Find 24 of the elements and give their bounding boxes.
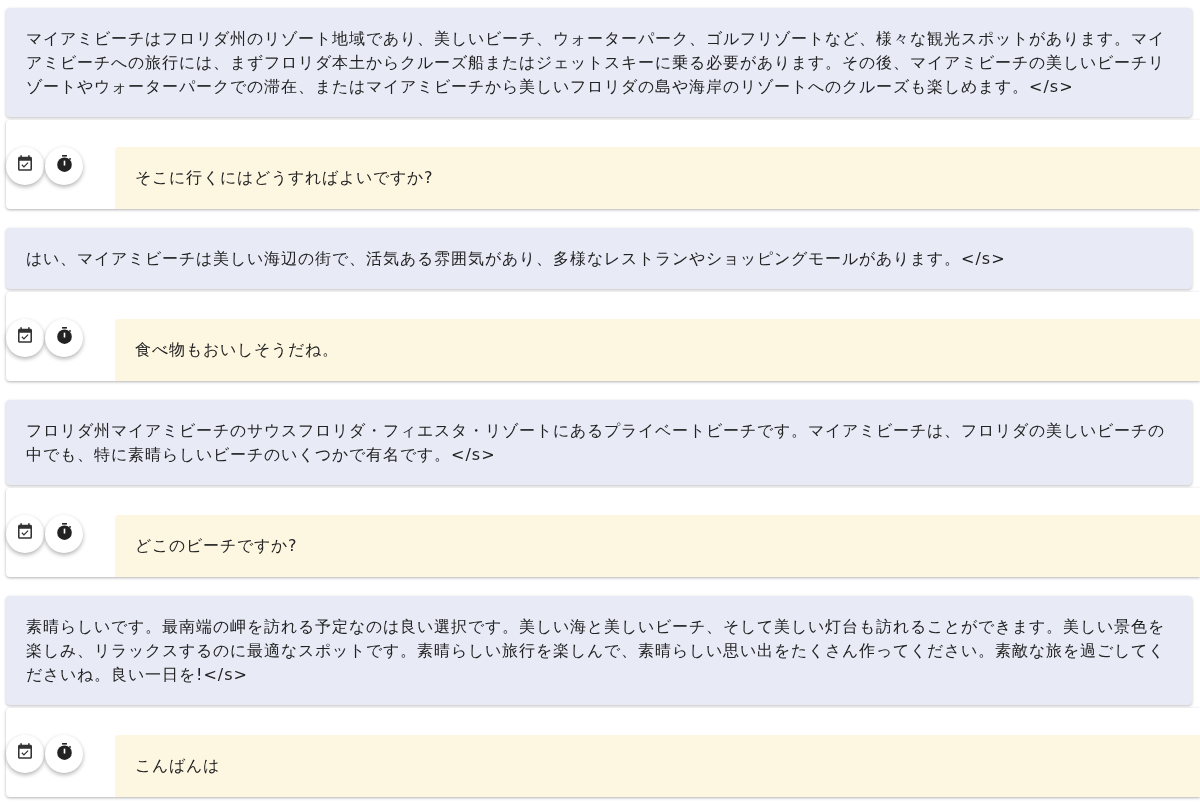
calendar-check-icon — [18, 327, 32, 343]
user-message: そこに行くにはどうすればよいですか? — [115, 147, 1200, 209]
user-message: 食べ物もおいしそうだね。 — [115, 319, 1200, 381]
stopwatch-icon — [56, 154, 72, 172]
assistant-message: はい、マイアミビーチは美しい海辺の街で、活気ある雰囲気があり、多様なレストランやショッピングモールがあります。</s> — [6, 228, 1192, 289]
stopwatch-icon — [56, 522, 72, 540]
stopwatch-icon — [56, 326, 72, 344]
stopwatch-icon — [56, 742, 72, 760]
stopwatch-button[interactable] — [45, 147, 83, 185]
calendar-check-icon — [18, 523, 32, 539]
user-message: どこのビーチですか? — [115, 515, 1200, 577]
calendar-check-icon — [18, 155, 32, 171]
calendar-button[interactable] — [6, 147, 44, 185]
stopwatch-button[interactable] — [45, 515, 83, 553]
calendar-button[interactable] — [6, 515, 44, 553]
calendar-button[interactable] — [6, 319, 44, 357]
calendar-check-icon — [18, 743, 32, 759]
user-message: こんばんは — [115, 735, 1200, 797]
calendar-button[interactable] — [6, 735, 44, 773]
assistant-message: マイアミビーチはフロリダ州のリゾート地域であり、美しいビーチ、ウォーターパーク、ゴルフリゾートなど、様々な観光スポットがあります。マイアミビーチへの旅行には、まずフロリダ本土からクルーズ船またはジェットスキーに乗る必要があります。その後、マイアミビーチの美しいビーチリゾートやウォーターパークでの滞在、またはマイアミビーチから美しいフロリダの島や海岸のリゾートへのクルーズも楽しめます。</s> — [6, 8, 1192, 117]
stopwatch-button[interactable] — [45, 319, 83, 357]
assistant-message: フロリダ州マイアミビーチのサウスフロリダ・フィエスタ・リゾートにあるプライベートビーチです。マイアミビーチは、フロリダの美しいビーチの中でも、特に素晴らしいビーチのいくつかで有名です。</s> — [6, 400, 1192, 485]
stopwatch-button[interactable] — [45, 735, 83, 773]
assistant-message: 素晴らしいです。最南端の岬を訪れる予定なのは良い選択です。美しい海と美しいビーチ、そして美しい灯台も訪れることができます。美しい景色を楽しみ、リラックスするのに最適なスポットです。素晴らしい旅行を楽しんで、素晴らしい思い出をたくさん作ってください。素敵な旅を過ごしてくださいね。良い一日を!</s> — [6, 596, 1192, 705]
